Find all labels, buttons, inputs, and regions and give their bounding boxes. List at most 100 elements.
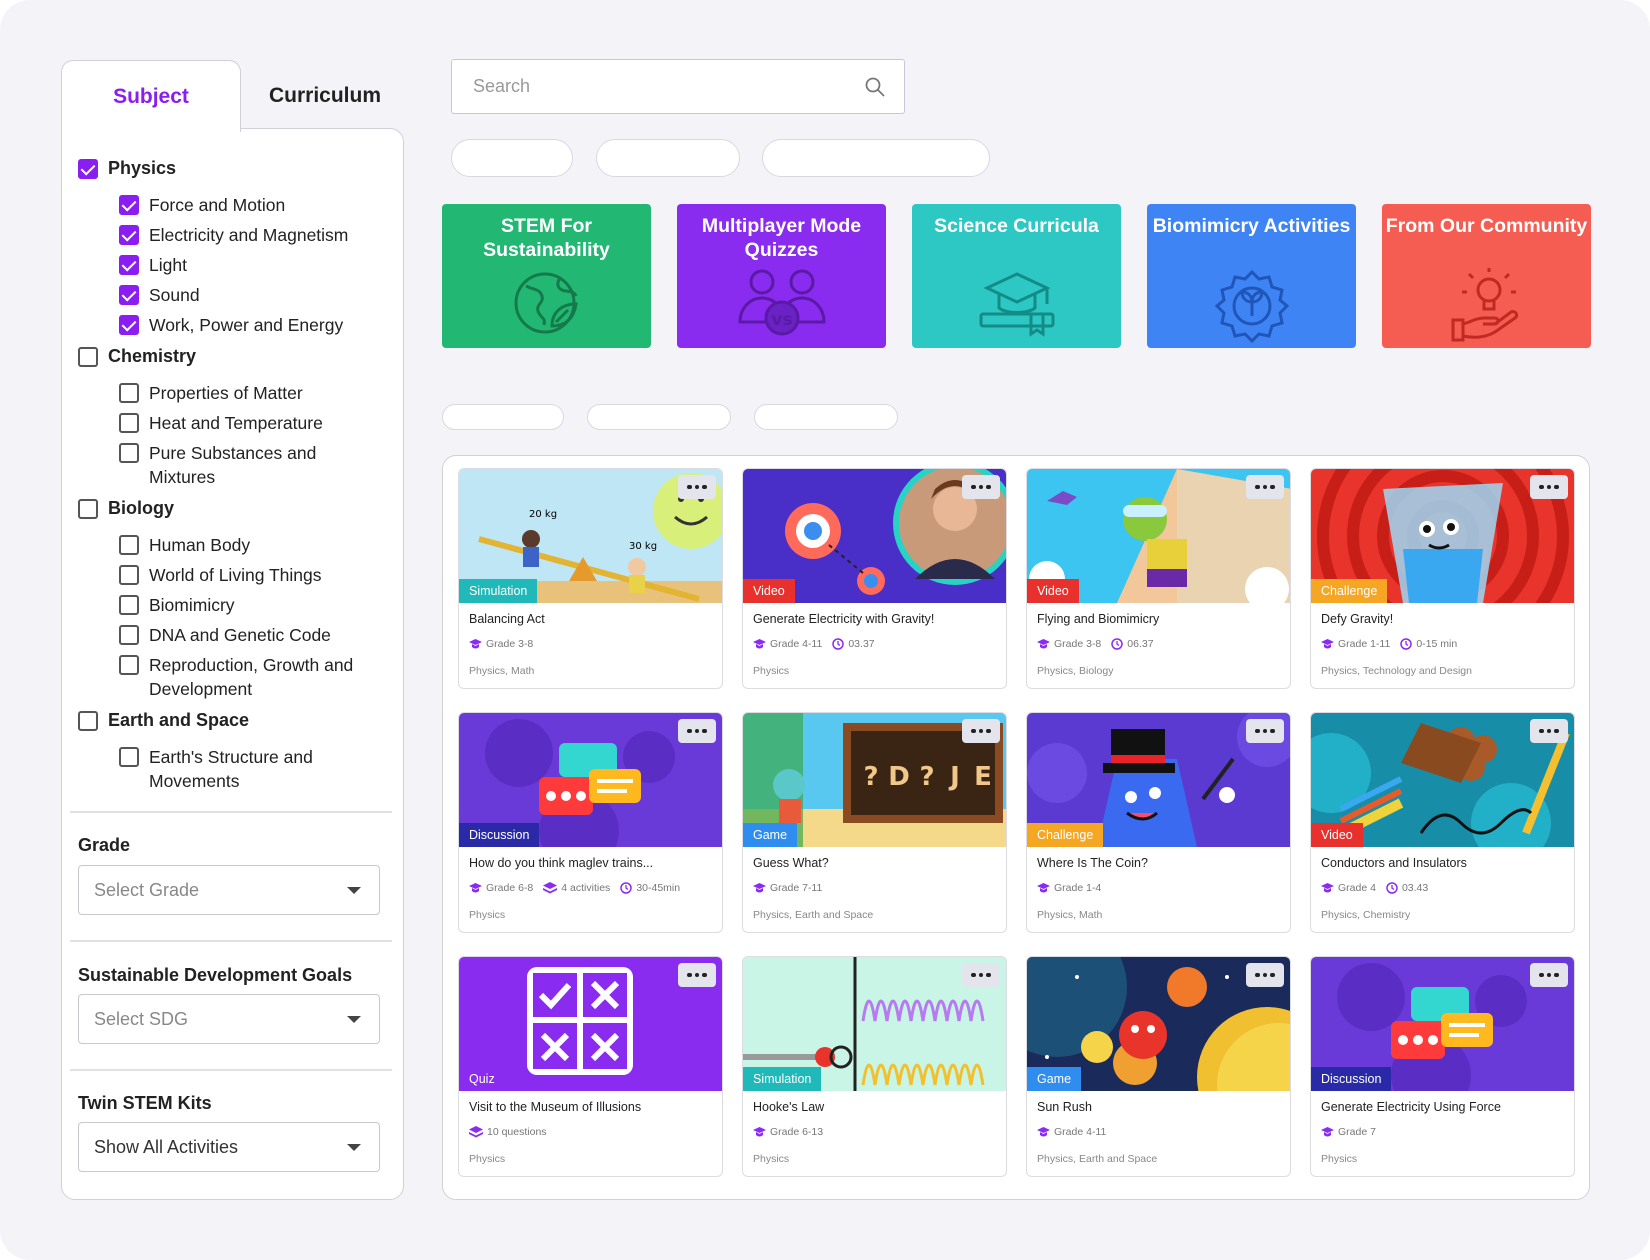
subcategory-row[interactable]: Earth's Structure and Movements [119, 745, 388, 793]
subcategory-checkbox[interactable] [119, 655, 139, 675]
subcategory-checkbox[interactable] [119, 315, 139, 335]
more-options-icon[interactable] [678, 719, 716, 743]
subcategory-checkbox[interactable] [119, 443, 139, 463]
category-checkbox[interactable] [78, 347, 98, 367]
category-row[interactable]: Chemistry [78, 345, 388, 367]
graduation-cap-icon [469, 882, 482, 892]
subcategory-checkbox[interactable] [119, 195, 139, 215]
search-box [451, 59, 905, 114]
subcategory-checkbox[interactable] [119, 285, 139, 305]
activity-card[interactable]: Challenge Where Is The Coin? Grade 1-4 P… [1026, 712, 1291, 933]
subcategory-row[interactable]: Work, Power and Energy [119, 313, 388, 337]
sdg-select-value: Select SDG [94, 1008, 189, 1029]
subcategory-row[interactable]: Light [119, 253, 388, 277]
category-checkbox[interactable] [78, 499, 98, 519]
search-icon[interactable] [865, 77, 885, 97]
feature-tile[interactable]: Biomimicry Activities [1147, 204, 1356, 348]
filter-pill[interactable] [596, 139, 740, 177]
category-row[interactable]: Biology [78, 497, 388, 519]
activity-card[interactable]: Game Sun Rush Grade 4-11 Physics, Earth … [1026, 956, 1291, 1177]
subcategory-row[interactable]: Properties of Matter [119, 381, 388, 405]
questions-meta: 10 questions [469, 1126, 547, 1138]
category-row[interactable]: Earth and Space [78, 709, 388, 731]
card-subjects: Physics, Earth and Space [1037, 1153, 1158, 1165]
gear-leaf-icon [1214, 269, 1289, 344]
feature-tile[interactable]: Science Curricula [912, 204, 1121, 348]
more-options-icon[interactable] [1530, 475, 1568, 499]
activity-card[interactable]: Video Flying and Biomimicry Grade 3-8 06.… [1026, 468, 1291, 689]
feature-tile[interactable]: Multiplayer Mode Quizzes vs [677, 204, 886, 348]
activity-card[interactable]: 20 kg 30 kg Simulation Balancing Act Gra… [458, 468, 723, 689]
kits-select[interactable]: Show All Activities [78, 1122, 380, 1172]
search-input[interactable] [473, 76, 833, 97]
activity-card[interactable]: Challenge Defy Gravity! Grade 1-11 0-15 m… [1310, 468, 1575, 689]
sort-pill[interactable] [442, 404, 564, 430]
subcategory-row[interactable]: Biomimicry [119, 593, 388, 617]
subcategory-row[interactable]: Reproduction, Growth and Development [119, 653, 388, 701]
category-checkbox[interactable] [78, 159, 98, 179]
subcategory-label: Work, Power and Energy [149, 315, 344, 335]
subcategory-checkbox[interactable] [119, 625, 139, 645]
category-row[interactable]: Physics [78, 157, 388, 179]
more-options-icon[interactable] [962, 963, 1000, 987]
more-options-icon[interactable] [1530, 963, 1568, 987]
subcategory-checkbox[interactable] [119, 747, 139, 767]
card-meta-item: 30-45min [620, 882, 680, 894]
activity-card[interactable]: ? D? J E Game Guess What? Grade 7-11 Physic… [742, 712, 1007, 933]
subcategory-checkbox[interactable] [119, 383, 139, 403]
activity-card[interactable]: Video Conductors and Insulators Grade 4 0… [1310, 712, 1575, 933]
card-subjects: Physics [469, 909, 506, 921]
more-options-icon[interactable] [962, 719, 1000, 743]
graduation-cap-icon [1037, 1126, 1050, 1136]
grade-select[interactable]: Select Grade [78, 865, 380, 915]
subcategory-label: Light [149, 255, 187, 275]
subcategory-row[interactable]: DNA and Genetic Code [119, 623, 388, 647]
type-badge: Video [743, 579, 795, 603]
feature-tile[interactable]: From Our Community [1382, 204, 1591, 348]
card-subjects: Physics, Math [1037, 909, 1103, 921]
subcategory-row[interactable]: Force and Motion [119, 193, 388, 217]
card-title: Balancing Act [469, 612, 545, 626]
grade-meta: Grade 3-8 [1037, 638, 1101, 650]
kits-select-value: Show All Activities [94, 1136, 239, 1157]
subcategory-checkbox[interactable] [119, 413, 139, 433]
sort-pill[interactable] [587, 404, 731, 430]
more-options-icon[interactable] [1246, 719, 1284, 743]
tab-subject[interactable]: Subject [61, 60, 241, 132]
subcategory-row[interactable]: World of Living Things [119, 563, 388, 587]
activity-card[interactable]: Video Generate Electricity with Gravity!… [742, 468, 1007, 689]
more-options-icon[interactable] [678, 963, 716, 987]
more-options-icon[interactable] [678, 475, 716, 499]
more-options-icon[interactable] [1246, 963, 1284, 987]
feature-tile[interactable]: STEM For Sustainability [442, 204, 651, 348]
grade-select-value: Select Grade [94, 879, 200, 900]
tab-curriculum[interactable]: Curriculum [240, 60, 410, 132]
more-options-icon[interactable] [1246, 475, 1284, 499]
subcategory-row[interactable]: Heat and Temperature [119, 411, 388, 435]
subcategory-row[interactable]: Human Body [119, 533, 388, 557]
category-group: Biology Human Body World of Living Thing… [78, 497, 388, 701]
activity-card[interactable]: Discussion How do you think maglev train… [458, 712, 723, 933]
category-label: Physics [108, 157, 177, 178]
category-checkbox[interactable] [78, 711, 98, 731]
more-options-icon[interactable] [1530, 719, 1568, 743]
subcategory-checkbox[interactable] [119, 565, 139, 585]
activity-card[interactable]: Simulation Hooke's Law Grade 6-13 Physic… [742, 956, 1007, 1177]
sdg-select[interactable]: Select SDG [78, 994, 380, 1044]
filter-pill[interactable] [762, 139, 990, 177]
subcategory-checkbox[interactable] [119, 255, 139, 275]
subcategory-row[interactable]: Pure Substances and Mixtures [119, 441, 388, 489]
activity-card[interactable]: Quiz Visit to the Museum of Illusions 10… [458, 956, 723, 1177]
grade-meta: Grade 7-11 [753, 882, 822, 894]
subcategory-row[interactable]: Sound [119, 283, 388, 307]
sort-pill[interactable] [754, 404, 898, 430]
filter-pill[interactable] [451, 139, 573, 177]
more-options-icon[interactable] [962, 475, 1000, 499]
subcategory-checkbox[interactable] [119, 225, 139, 245]
clock-icon [1386, 882, 1398, 894]
card-meta-item: 4 activities [543, 882, 610, 894]
subcategory-checkbox[interactable] [119, 595, 139, 615]
subcategory-row[interactable]: Electricity and Magnetism [119, 223, 388, 247]
subcategory-checkbox[interactable] [119, 535, 139, 555]
activity-card[interactable]: Discussion Generate Electricity Using Fo… [1310, 956, 1575, 1177]
